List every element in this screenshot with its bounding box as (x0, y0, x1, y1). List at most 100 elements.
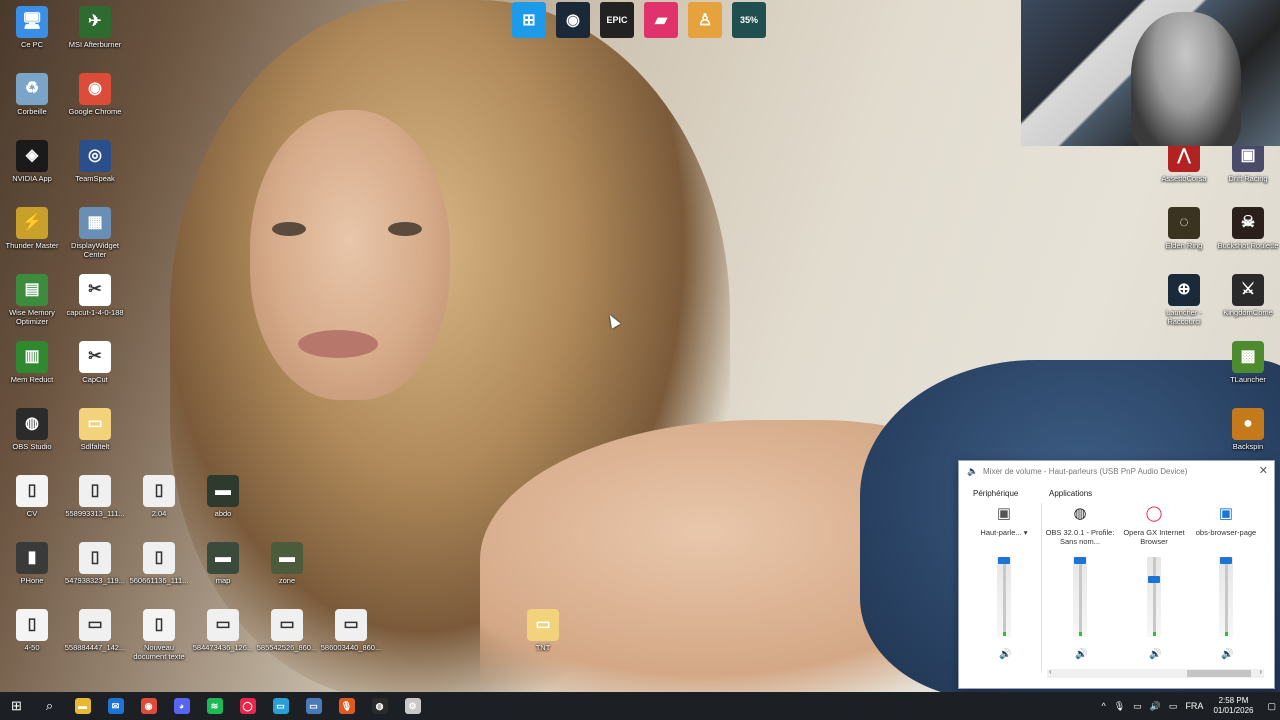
search-icon[interactable]: ⌕ (33, 692, 66, 720)
desktop-icon[interactable]: ♻ Corbeille (0, 73, 64, 117)
mute-toggle-icon[interactable]: 🔊 (1075, 649, 1087, 660)
slider-track[interactable] (1003, 557, 1006, 635)
display-icon[interactable]: ▭ (1169, 701, 1178, 712)
taskbar-app-button[interactable]: ▭ (297, 692, 330, 720)
desktop-icon[interactable]: ⚡ Thunder Master (0, 207, 64, 251)
taskbar-app-button[interactable]: ⚙ (396, 692, 429, 720)
scroll-right-icon[interactable]: › (1259, 667, 1262, 676)
desktop-icon[interactable]: ◈ NVIDIA App (0, 140, 64, 184)
taskbar-app-button[interactable]: ◕ (165, 692, 198, 720)
desktop-icon[interactable]: ▭ 558884447_142... (63, 609, 127, 653)
window-app-icon: ▭ (305, 698, 322, 714)
chevron-up-icon[interactable]: ^ (1102, 701, 1106, 711)
desktop-icon[interactable]: ✂ capcut-1-4-0-188 (63, 274, 127, 318)
mixer-title-bar[interactable]: 🔈 Mixer de volume - Haut-parleurs (USB P… (959, 461, 1274, 481)
slider-thumb[interactable] (998, 557, 1010, 564)
taskbar-app-button[interactable]: ◍ (363, 692, 396, 720)
desktop-icon[interactable]: ▬ map (191, 542, 255, 586)
desktop-icon[interactable]: ▯ 547938323_119... (63, 542, 127, 586)
desktop-icon[interactable]: ✈ MSI Afterburner (63, 6, 127, 50)
desktop-icon[interactable]: ▬ zone (255, 542, 319, 586)
mixer-channel-label[interactable]: Haut-parle... ▾ (967, 528, 1041, 550)
slider-track[interactable] (1153, 557, 1156, 635)
windows-icon[interactable]: ⊞ (512, 2, 546, 38)
volume-mixer-window[interactable]: 🔈 Mixer de volume - Haut-parleurs (USB P… (958, 460, 1275, 689)
notification-icon[interactable]: ▢ (1267, 701, 1276, 712)
desktop-icon[interactable]: ▯ 2.04 (127, 475, 191, 519)
speaker-device-icon[interactable]: ▣ (994, 503, 1014, 523)
image-file-icon: ▯ (79, 475, 111, 507)
level-meter (1225, 632, 1228, 636)
desktop-icon[interactable]: ▬ abdo (191, 475, 255, 519)
desktop-icon[interactable]: ▦ DisplayWidget Center (63, 207, 127, 259)
start-button[interactable]: ⊞ (0, 692, 33, 720)
close-icon[interactable]: ✕ (1259, 464, 1268, 477)
microphone-icon[interactable]: 🎙 (1114, 701, 1125, 712)
taskbar-app-button[interactable]: ≋ (198, 692, 231, 720)
forza-icon[interactable]: ▰ (644, 2, 678, 38)
desktop-icon[interactable]: ▤ Wise Memory Optimizer (0, 274, 64, 326)
slider-thumb[interactable] (1220, 557, 1232, 564)
counter-strike-icon[interactable]: ♙ (688, 2, 722, 38)
taskbar-app-button[interactable]: ✉ (99, 692, 132, 720)
desktop-icon[interactable]: ▥ Mem Reduct (0, 341, 64, 385)
slider-track[interactable] (1225, 557, 1228, 635)
epic-games-icon[interactable]: EPIC (600, 2, 634, 38)
mixer-channel-label-text: obs-browser-page (1195, 528, 1257, 537)
desktop-icon[interactable]: ● Backspin (1216, 408, 1280, 452)
taskbar-app-button[interactable]: ▬ (66, 692, 99, 720)
performance-widget-icon[interactable]: 35% (732, 2, 766, 38)
desktop-icon[interactable]: ▭ 585542526_860... (255, 609, 319, 653)
language-indicator[interactable]: FRA (1185, 701, 1203, 711)
slider-track[interactable] (1079, 557, 1082, 635)
desktop-icon[interactable]: ◍ OBS Studio (0, 408, 64, 452)
device-header: Périphérique (973, 489, 1019, 498)
desktop-icon[interactable]: ⊕ Launcher - Raccourci (1152, 274, 1216, 326)
steam-icon[interactable]: ◉ (556, 2, 590, 38)
taskbar-app-button[interactable]: 🎙 (330, 692, 363, 720)
text-file-icon: ▯ (16, 609, 48, 641)
desktop-icon[interactable]: ▯ Nouveau document texte (127, 609, 191, 661)
desktop-icon[interactable]: ▭ TNT (511, 609, 575, 653)
desktop-icon[interactable]: ▯ 560661136_111... (127, 542, 191, 586)
desktop-icon[interactable]: ☠ Buckshot Roulette (1216, 207, 1280, 251)
desktop-icon[interactable]: ⚔ KingdomCome (1216, 274, 1280, 318)
desktop-icon[interactable]: ◎ TeamSpeak (63, 140, 127, 184)
opera-gx-icon[interactable]: ◯ (1144, 503, 1164, 523)
desktop-icon[interactable]: ▯ 4-50 (0, 609, 64, 653)
mixer-horizontal-scrollbar[interactable]: ‹ › (1047, 667, 1264, 678)
desktop-icon[interactable]: ◌ Elden Ring (1152, 207, 1216, 251)
desktop-icon[interactable]: 🖥 Ce PC (0, 6, 64, 50)
desktop-icon[interactable]: ◉ Google Chrome (63, 73, 127, 117)
desktop-icon[interactable]: ▩ TLauncher (1216, 341, 1280, 385)
scroll-left-icon[interactable]: ‹ (1049, 667, 1052, 676)
chevron-down-icon[interactable]: ▾ (1022, 528, 1028, 537)
desktop-icon[interactable]: ▮ PHone (0, 542, 64, 586)
mute-toggle-icon[interactable]: 🔊 (1221, 649, 1233, 660)
obs-browser-page-icon[interactable]: ▣ (1216, 503, 1236, 523)
desktop-icon[interactable]: ▯ CV (0, 475, 64, 519)
webcam-overlay (1021, 0, 1280, 146)
network-icon[interactable]: ▭ (1133, 701, 1142, 712)
desktop-icon[interactable]: ▣ Drift Racing (1216, 140, 1280, 184)
taskbar-app-button[interactable]: ◯ (231, 692, 264, 720)
taskbar-app-button[interactable]: ▭ (264, 692, 297, 720)
chrome-taskbar-icon: ◉ (140, 698, 157, 714)
desktop-icon[interactable]: ✂ CapCut (63, 341, 127, 385)
slider-thumb[interactable] (1074, 557, 1086, 564)
mute-toggle-icon[interactable]: 🔊 (1149, 649, 1161, 660)
desktop-icon[interactable]: ▭ Sdlfaltelt (63, 408, 127, 452)
volume-icon[interactable]: 🔊 (1150, 701, 1161, 712)
wise-memory-icon: ▤ (16, 274, 48, 306)
desktop-icon[interactable]: ▯ 558993313_111... (63, 475, 127, 519)
slider-thumb[interactable] (1148, 575, 1160, 583)
desktop-icon[interactable]: ▭ 586003440_860... (319, 609, 383, 653)
mute-toggle-icon[interactable]: 🔊 (999, 649, 1011, 660)
obs-app-icon[interactable]: ◍ (1070, 503, 1090, 523)
taskbar-app-button[interactable]: ◉ (132, 692, 165, 720)
desktop-icon[interactable]: ▭ 584473436_126... (191, 609, 255, 653)
clock[interactable]: 2:58 PM 01/01/2026 (1213, 696, 1253, 716)
scrollbar-thumb[interactable] (1187, 670, 1251, 677)
desktop-icon[interactable]: ⋀ AssettoCorsa (1152, 140, 1216, 184)
zone-icon: ▬ (271, 542, 303, 574)
